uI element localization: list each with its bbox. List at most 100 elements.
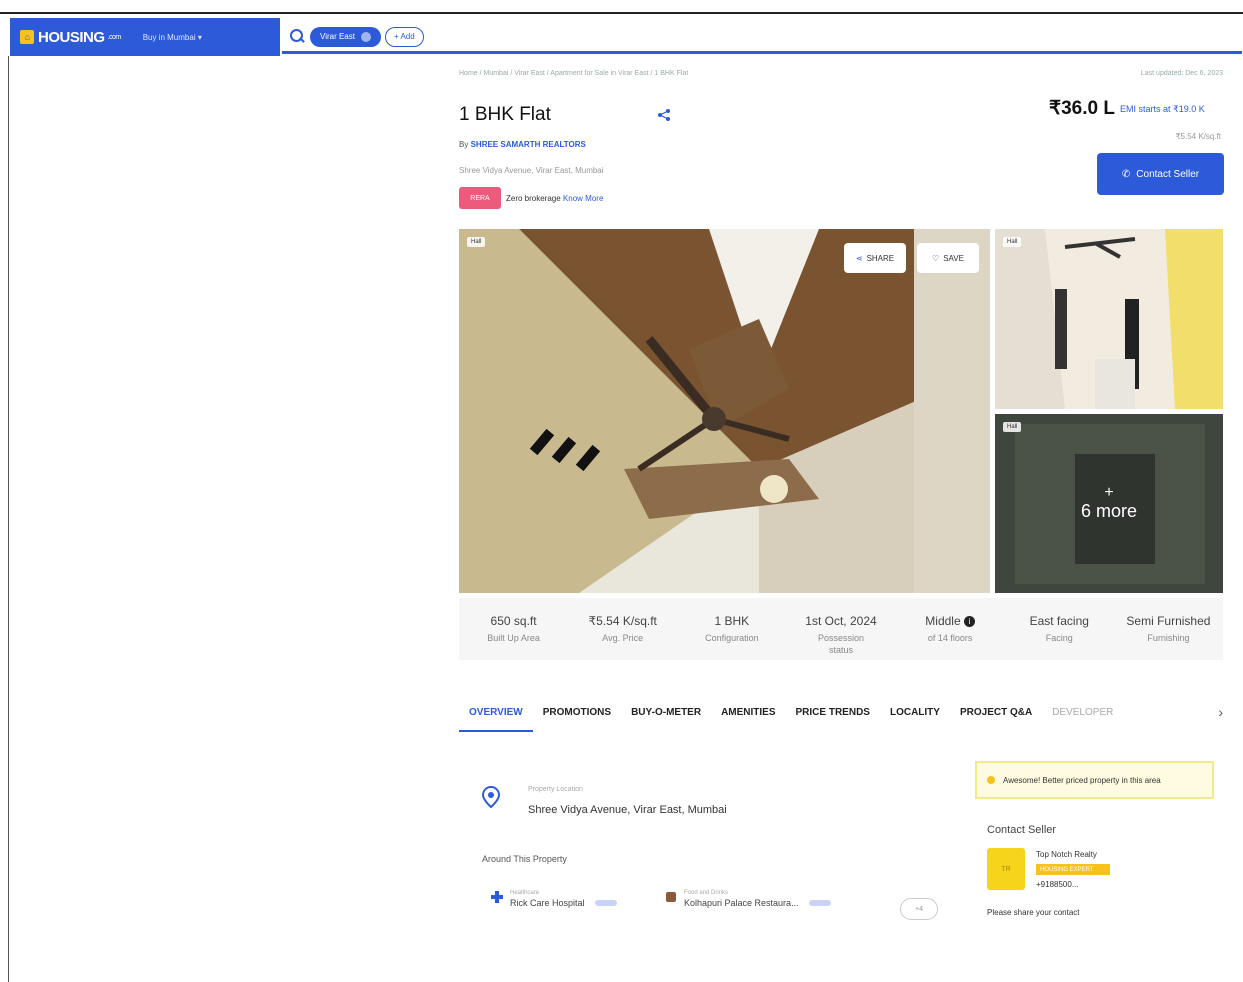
tab-promotions[interactable]: PROMOTIONS (533, 700, 621, 730)
contact-seller-button[interactable]: ✆ Contact Seller (1097, 153, 1224, 195)
breadcrumb[interactable]: Home / Mumbai / Virar East / Apartment f… (459, 70, 688, 77)
gallery-main-image[interactable]: Hall ⋖ SHARE ♡ SAVE (459, 229, 990, 593)
nearby-name: Rick Care Hospital (510, 898, 585, 908)
contact-seller-label: Contact Seller (1136, 168, 1200, 180)
listing-price: ₹36.0 L (1049, 98, 1115, 119)
tab-project-qa[interactable]: PROJECT Q&A (950, 700, 1042, 730)
share-icon[interactable] (657, 108, 671, 122)
better-price-banner: Awesome! Better priced property in this … (975, 761, 1214, 799)
know-more-link[interactable]: Know More (563, 194, 603, 203)
stat-value-floor: Middle i (925, 614, 975, 628)
page: ⌂ HOUSING .com Buy in Mumbai ▾ Virar Eas… (0, 0, 1243, 982)
property-stats: 650 sq.ft Built Up Area ₹5.54 K/sq.ft Av… (459, 598, 1223, 660)
gallery-side-image-1[interactable]: Hall (995, 229, 1223, 409)
stat-value: East facing (1029, 614, 1089, 628)
stat-label: Facing (1045, 633, 1073, 643)
builder-line: By SHREE SAMARTH REALTORS (459, 140, 586, 149)
side1-image-tag: Hall (1003, 237, 1022, 247)
share-contact-prompt: Please share your contact (987, 908, 1080, 917)
builder-link[interactable]: SHREE SAMARTH REALTORS (471, 140, 586, 149)
stat-value: 1 BHK (714, 614, 750, 628)
section-tabs: OVERVIEW PROMOTIONS BUY-O-METER AMENITIE… (459, 700, 1223, 740)
locality-chip-label: Virar East (320, 32, 355, 41)
listing-title: 1 BHK Flat (459, 104, 551, 125)
tab-developer[interactable]: DEVELOPER (1042, 700, 1123, 730)
left-border (8, 56, 9, 982)
agent-phone[interactable]: +9188500... (1036, 880, 1078, 889)
stat-area: 650 sq.ft Built Up Area (459, 598, 568, 660)
nearby-text: Healthcare Rick Care Hospital (510, 890, 585, 908)
gallery-side-image-2[interactable]: Hall + 6 more (995, 414, 1223, 593)
listing-address: Shree Vidya Avenue, Virar East, Mumbai (459, 166, 604, 175)
tab-price-trends[interactable]: PRICE TRENDS (786, 700, 880, 730)
heart-icon: ♡ (932, 253, 940, 263)
ceiling-fan-photo (459, 229, 990, 593)
nearby-healthcare[interactable]: Healthcare Rick Care Hospital (490, 890, 617, 908)
header-bar: ⌂ HOUSING .com Buy in Mumbai ▾ (10, 18, 280, 56)
tab-overview[interactable]: OVERVIEW (459, 700, 533, 732)
stat-label: Possession status (817, 633, 864, 655)
info-icon[interactable]: i (963, 616, 975, 628)
locality-chip[interactable]: Virar East (310, 26, 381, 47)
location-pin-icon (482, 786, 500, 808)
stat-label: Configuration (705, 633, 759, 643)
gallery-share-button[interactable]: ⋖ SHARE (844, 243, 906, 273)
last-updated: Last updated: Dec 6, 2023 (1140, 70, 1223, 77)
stat-label: Built Up Area (487, 633, 540, 643)
gallery-save-label: SAVE (943, 253, 964, 263)
nearby-food[interactable]: Food and Drinks Kolhapuri Palace Restaur… (664, 890, 831, 908)
agent-avatar: TR (987, 848, 1025, 890)
agent-badge: HOUSING EXPERT (1036, 864, 1110, 875)
stat-possession: 1st Oct, 2024 Possession status (786, 598, 895, 660)
agent-name: Top Notch Realty (1036, 850, 1097, 859)
price-per-sqft: ₹5.54 K/sq.ft (1175, 132, 1221, 141)
zero-brokerage-label: Zero brokerage (506, 194, 561, 203)
more-photos-overlay[interactable]: + 6 more (995, 414, 1223, 593)
gallery-share-icon: ⋖ (855, 253, 863, 263)
zero-brokerage-text: Zero brokerage Know More (506, 194, 603, 203)
nearby-category: Healthcare (510, 890, 540, 896)
stat-label: of 14 floors (927, 633, 973, 643)
hospital-icon (491, 891, 503, 903)
tab-amenities[interactable]: AMENITIES (711, 700, 785, 730)
stat-avg-price: ₹5.54 K/sq.ft Avg. Price (568, 598, 677, 660)
top-border (0, 12, 1243, 14)
search-icon[interactable] (288, 28, 306, 46)
stat-facing: East facing Facing (1005, 598, 1114, 660)
nearby-more-button[interactable]: +4 (900, 898, 938, 920)
city-selector[interactable]: Buy in Mumbai ▾ (143, 33, 202, 42)
by-prefix: By (459, 140, 469, 149)
nearby-text: Food and Drinks Kolhapuri Palace Restaur… (684, 890, 799, 908)
logo-text: HOUSING (38, 28, 105, 46)
emi-link[interactable]: EMI starts at ₹19.0 K (1120, 104, 1205, 115)
nearby-distance-pill (808, 900, 831, 906)
remove-chip-icon[interactable] (360, 31, 371, 42)
more-photos-label: 6 more (1080, 501, 1138, 521)
phone-icon: ✆ (1121, 168, 1131, 180)
stat-value: 650 sq.ft (490, 614, 537, 628)
housing-logo[interactable]: ⌂ HOUSING .com (20, 29, 121, 46)
nearby-name: Kolhapuri Palace Restaura... (684, 898, 799, 908)
restaurant-icon (666, 892, 676, 902)
stat-label: Furnishing (1147, 633, 1190, 643)
stat-value: Semi Furnished (1126, 614, 1211, 628)
stat-value: ₹5.54 K/sq.ft (588, 614, 657, 628)
stat-label: Avg. Price (602, 633, 644, 643)
stat-floor: Middle i of 14 floors (896, 598, 1005, 660)
main-image-tag: Hall (467, 237, 486, 247)
chevron-right-icon[interactable]: › (1218, 704, 1223, 720)
property-location-label: Property Location (528, 786, 583, 793)
add-locality-button[interactable]: + Add (384, 26, 424, 47)
rera-badge: RERA (459, 187, 501, 209)
gallery-share-label: SHARE (866, 253, 895, 263)
city-label: Buy in Mumbai (142, 32, 196, 42)
more-plus: + (1104, 484, 1114, 501)
tab-locality[interactable]: LOCALITY (880, 700, 950, 730)
gallery-save-button[interactable]: ♡ SAVE (917, 243, 979, 273)
tab-buy-o-meter[interactable]: BUY-O-METER (621, 700, 711, 730)
around-property-title: Around This Property (482, 854, 567, 864)
logo-sub: .com (107, 33, 122, 41)
better-price-text: Awesome! Better priced property in this … (1003, 775, 1161, 785)
stat-furnishing: Semi Furnished Furnishing (1114, 598, 1223, 660)
search-bar[interactable]: Virar East + Add (282, 22, 1242, 54)
